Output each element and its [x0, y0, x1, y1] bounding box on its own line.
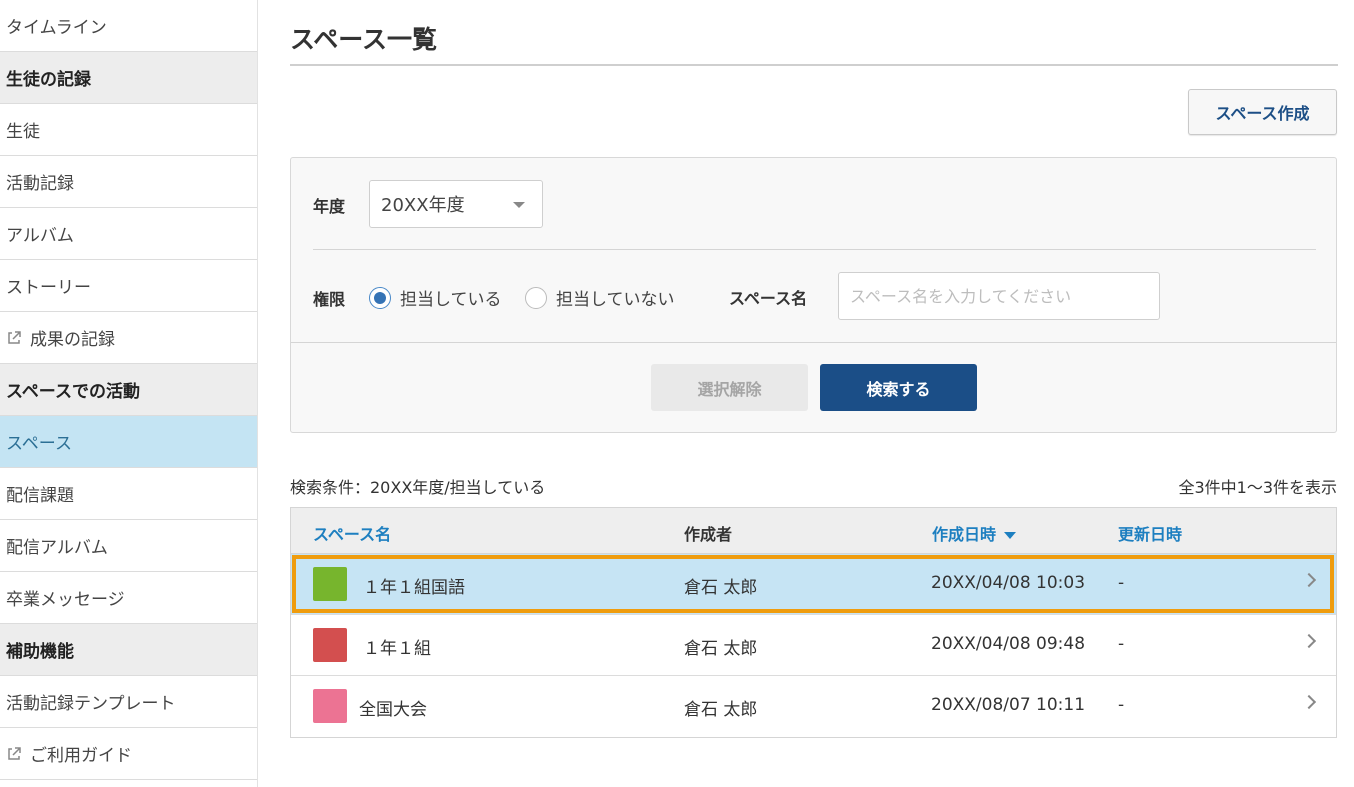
- creator-name: 倉石 太郎: [684, 700, 758, 720]
- column-header-name[interactable]: スペース名: [313, 521, 391, 545]
- sidebar-item-label: スペース: [6, 434, 72, 454]
- year-select-value: 20XX年度: [381, 195, 465, 216]
- sidebar-item-label: 配信アルバム: [6, 538, 108, 558]
- creator-name: 倉石 太郎: [684, 578, 758, 598]
- space-color-swatch: [313, 567, 347, 601]
- sidebar-item-assignments[interactable]: 配信課題: [0, 468, 257, 520]
- sidebar-item-shared-album[interactable]: 配信アルバム: [0, 520, 257, 572]
- column-header-creator: 作成者: [684, 525, 733, 544]
- column-header-created[interactable]: 作成日時: [932, 521, 1017, 545]
- clear-selection-button[interactable]: 選択解除: [651, 364, 808, 411]
- chevron-right-icon: [1301, 694, 1317, 710]
- sidebar-item-label: 活動記録テンプレート: [6, 694, 176, 714]
- sidebar-item-space[interactable]: スペース: [0, 416, 257, 468]
- space-color-swatch: [313, 689, 347, 723]
- sort-desc-icon: [1004, 532, 1017, 539]
- sidebar: タイムライン 生徒の記録 生徒 活動記録 アルバム ストーリー 成果の記録 スペ…: [0, 0, 258, 787]
- radio-unchecked-icon: [525, 286, 547, 309]
- sidebar-section-label: 生徒の記録: [6, 70, 91, 90]
- sidebar-item-label: 配信課題: [6, 486, 74, 506]
- sidebar-item-label: 成果の記録: [30, 330, 115, 350]
- sidebar-item-label: タイムライン: [6, 18, 107, 38]
- sidebar-item-story[interactable]: ストーリー: [0, 260, 257, 312]
- sidebar-section-student-records: 生徒の記録: [0, 52, 257, 104]
- radio-assigned[interactable]: 担当している: [369, 285, 502, 310]
- permission-label: 権限: [313, 290, 346, 309]
- space-name: 全国大会: [359, 700, 427, 720]
- sidebar-item-label: ストーリー: [6, 278, 91, 298]
- updated-date: -: [1118, 634, 1125, 654]
- sidebar-section-label: 補助機能: [6, 642, 74, 662]
- sidebar-section-label: スペースでの活動: [6, 382, 140, 402]
- space-color-swatch: [313, 628, 347, 662]
- filter-divider: [291, 342, 1336, 343]
- created-date: 20XX/04/08 09:48: [931, 634, 1086, 654]
- sidebar-item-label: 活動記録: [6, 174, 74, 194]
- table-row[interactable]: １年１組国語 倉石 太郎 20XX/04/08 10:03 -: [291, 554, 1336, 615]
- sidebar-section-space-activities: スペースでの活動: [0, 364, 257, 416]
- external-link-icon: [8, 330, 21, 344]
- sidebar-item-timeline[interactable]: タイムライン: [0, 0, 257, 52]
- space-name-input[interactable]: [838, 272, 1160, 320]
- table-row[interactable]: 全国大会 倉石 太郎 20XX/08/07 10:11 -: [291, 676, 1336, 737]
- updated-date: -: [1118, 695, 1125, 715]
- chevron-right-icon: [1301, 633, 1317, 649]
- radio-unassigned[interactable]: 担当していない: [525, 285, 675, 310]
- chevron-right-icon: [1301, 572, 1317, 588]
- filter-panel: 年度 20XX年度 権限 担当している 担当していない スペース名 選択解除 検…: [290, 157, 1337, 433]
- column-header-updated[interactable]: 更新日時: [1118, 521, 1182, 545]
- radio-unassigned-label: 担当していない: [556, 290, 675, 310]
- sidebar-item-label: 生徒: [6, 122, 40, 142]
- space-name: １年１組: [363, 639, 431, 659]
- search-button[interactable]: 検索する: [820, 364, 977, 411]
- sidebar-item-achievements[interactable]: 成果の記録: [0, 312, 257, 364]
- sidebar-item-students[interactable]: 生徒: [0, 104, 257, 156]
- main-content: スペース一覧 スペース作成 年度 20XX年度 権限 担当している 担当していな…: [290, 0, 1338, 738]
- chevron-down-icon: [513, 202, 525, 208]
- column-header-created-label: 作成日時: [932, 525, 997, 544]
- created-date: 20XX/04/08 10:03: [931, 573, 1086, 593]
- external-link-icon: [8, 746, 21, 760]
- updated-date: -: [1118, 573, 1125, 593]
- search-condition: 検索条件：20XX年度/担当している: [290, 478, 546, 497]
- space-table: スペース名 作成者 作成日時 更新日時 １年１組国語 倉石 太郎 20XX/04…: [290, 507, 1337, 738]
- sidebar-item-activity-records[interactable]: 活動記録: [0, 156, 257, 208]
- sidebar-item-user-guide[interactable]: ご利用ガイド: [0, 728, 257, 780]
- sidebar-item-label: アルバム: [6, 226, 74, 246]
- table-header: スペース名 作成者 作成日時 更新日時: [291, 508, 1336, 554]
- radio-checked-icon: [369, 286, 391, 309]
- space-name: １年１組国語: [363, 578, 465, 598]
- sidebar-item-label: 卒業メッセージ: [6, 590, 125, 610]
- created-date: 20XX/08/07 10:11: [931, 695, 1086, 715]
- creator-name: 倉石 太郎: [684, 639, 758, 659]
- year-label: 年度: [313, 197, 346, 216]
- page-title: スペース一覧: [290, 0, 1338, 66]
- space-name-label: スペース名: [729, 289, 808, 308]
- table-row[interactable]: １年１組 倉石 太郎 20XX/04/08 09:48 -: [291, 615, 1336, 676]
- filter-divider: [313, 249, 1316, 250]
- sidebar-item-record-template[interactable]: 活動記録テンプレート: [0, 676, 257, 728]
- result-count: 全3件中1～3件を表示: [1178, 478, 1337, 497]
- sidebar-section-support: 補助機能: [0, 624, 257, 676]
- sidebar-item-graduation-message[interactable]: 卒業メッセージ: [0, 572, 257, 624]
- radio-assigned-label: 担当している: [400, 290, 502, 310]
- year-select[interactable]: 20XX年度: [369, 180, 543, 228]
- create-space-button[interactable]: スペース作成: [1188, 89, 1337, 135]
- sidebar-item-label: ご利用ガイド: [30, 746, 132, 766]
- sidebar-item-album[interactable]: アルバム: [0, 208, 257, 260]
